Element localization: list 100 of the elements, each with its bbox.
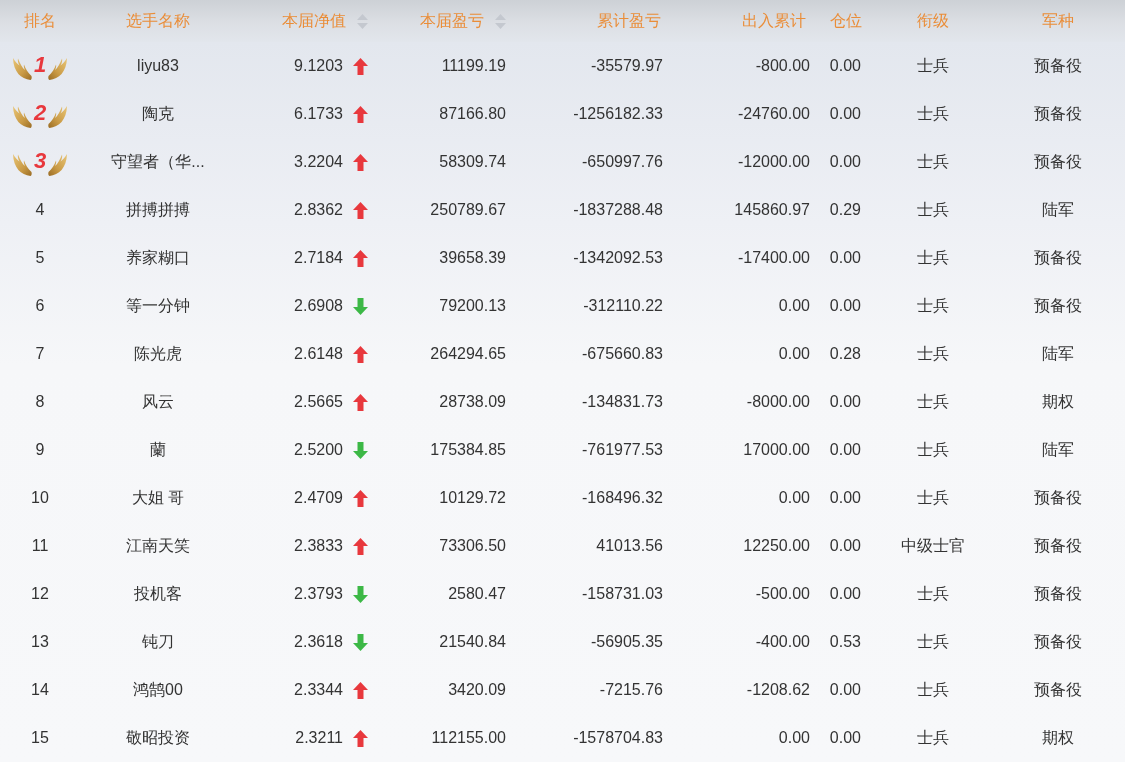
total-pnl-cell: -35579.97 (590, 57, 663, 75)
player-name-cell-text: 风云 (142, 391, 174, 412)
total-pnl-cell: -1256182.33 (573, 105, 663, 123)
player-name-cell: liyu83 (137, 57, 179, 75)
net-flow-cell: 0.00 (778, 297, 810, 315)
net-value-cell: 2.5200 (294, 441, 343, 459)
net-flow-cell: 0.00 (778, 729, 810, 747)
net-value-cell: 2.3618 (294, 633, 343, 651)
grade-cell-text: 士兵 (916, 679, 949, 700)
net-value-cell: 2.3211 (295, 729, 343, 747)
column-header[interactable]: 本届净值 (282, 10, 346, 32)
column-header: 排名 (24, 10, 56, 31)
branch-cell-text: 预备役 (1033, 295, 1082, 316)
grade-cell-text: 士兵 (916, 727, 949, 748)
player-name-cell-text: 江南天笑 (126, 535, 190, 556)
player-name-cell-text: 敬昭投资 (126, 727, 190, 748)
player-name-cell-text: 陈光虎 (134, 343, 182, 364)
branch-cell-text: 预备役 (1033, 583, 1082, 604)
player-name-cell-text: 陶克 (142, 103, 174, 124)
position-cell: 0.00 (829, 297, 861, 315)
net-flow-cell: -8000.00 (746, 393, 810, 411)
column-header[interactable]: 本届盈亏 (420, 10, 484, 32)
rank-cell: 6 (35, 297, 45, 315)
net-flow-cell: 145860.97 (734, 201, 810, 219)
net-value-cell: 2.6148 (294, 345, 343, 363)
total-pnl-cell: -168496.32 (582, 489, 663, 507)
net-value-cell: 9.1203 (294, 57, 343, 75)
period-pnl-cell: 79200.13 (439, 297, 506, 315)
grade-cell-text: 士兵 (916, 439, 949, 460)
total-pnl-cell: -56905.35 (590, 633, 663, 651)
position-cell: 0.00 (829, 441, 861, 459)
position-cell: 0.28 (829, 345, 861, 363)
rank-cell: 9 (35, 441, 45, 459)
net-value-cell: 2.5665 (294, 393, 343, 411)
position-cell: 0.00 (829, 105, 861, 123)
net-value-cell: 2.8362 (294, 201, 343, 219)
grade-cell-text: 士兵 (916, 631, 949, 652)
player-name-cell-text: 投机客 (134, 583, 182, 604)
column-header: 累计盈亏 (597, 10, 661, 31)
total-pnl-cell: -312110.22 (583, 297, 663, 315)
position-cell: 0.29 (829, 201, 861, 219)
net-flow-cell: -400.00 (755, 633, 810, 651)
rank-cell: 5 (35, 249, 45, 267)
net-value-cell: 2.6908 (294, 297, 343, 315)
period-pnl-cell: 39658.39 (439, 249, 506, 267)
grade-cell-text: 士兵 (916, 151, 949, 172)
position-cell: 0.00 (829, 57, 861, 75)
grade-cell-text: 士兵 (916, 487, 949, 508)
position-cell: 0.00 (829, 537, 861, 555)
branch-cell-text: 陆军 (1041, 343, 1074, 364)
period-pnl-cell: 87166.80 (439, 105, 506, 123)
net-flow-cell: 12250.00 (743, 537, 810, 555)
rank-number: 3 (32, 150, 48, 172)
branch-cell-text: 陆军 (1041, 199, 1074, 220)
grade-cell-text: 士兵 (916, 391, 949, 412)
net-flow-cell: -24760.00 (737, 105, 810, 123)
column-header: 出入累计 (742, 10, 806, 31)
rank-cell: 14 (31, 681, 49, 699)
total-pnl-cell: -650997.76 (582, 153, 663, 171)
branch-cell-text: 预备役 (1033, 679, 1082, 700)
net-flow-cell: 0.00 (778, 489, 810, 507)
player-name-cell-text: 守望者（华... (111, 151, 205, 172)
position-cell: 0.00 (829, 249, 861, 267)
net-value-cell: 2.3833 (294, 537, 343, 555)
rank-cell: 10 (31, 489, 49, 507)
player-name-cell-text: 钝刀 (142, 631, 174, 652)
period-pnl-cell: 58309.74 (439, 153, 506, 171)
total-pnl-cell: 41013.56 (596, 537, 663, 555)
player-name-cell-text: 鸿鹄00 (133, 679, 183, 700)
net-flow-cell: 17000.00 (743, 441, 810, 459)
column-header: 选手名称 (126, 10, 190, 31)
total-pnl-cell: -134831.73 (582, 393, 663, 411)
net-value-cell: 2.4709 (294, 489, 343, 507)
grade-cell-text: 士兵 (916, 199, 949, 220)
player-name-cell-text: 大姐 哥 (131, 487, 185, 508)
sort-icon[interactable] (495, 13, 506, 29)
period-pnl-cell: 112155.00 (431, 729, 506, 747)
period-pnl-cell: 2580.47 (448, 585, 506, 603)
rank-cell: 13 (31, 633, 49, 651)
total-pnl-cell: -1578704.83 (573, 729, 663, 747)
grade-cell-text: 士兵 (916, 103, 949, 124)
grade-cell-text: 中级士官 (900, 535, 965, 556)
position-cell: 0.53 (829, 633, 861, 651)
rank-cell: 7 (35, 345, 45, 363)
net-flow-cell: -500.00 (755, 585, 810, 603)
position-cell: 0.00 (829, 153, 861, 171)
period-pnl-cell: 175384.85 (430, 441, 506, 459)
net-flow-cell: -800.00 (755, 57, 810, 75)
period-pnl-cell: 3420.09 (448, 681, 506, 699)
grade-cell-text: 士兵 (916, 247, 949, 268)
sort-icon[interactable] (357, 13, 368, 29)
branch-cell-text: 预备役 (1033, 103, 1082, 124)
total-pnl-cell: -1342092.53 (573, 249, 663, 267)
branch-cell-text: 预备役 (1033, 247, 1082, 268)
rank-number: 2 (32, 102, 48, 124)
rank-cell: 4 (35, 201, 45, 219)
total-pnl-cell: -675660.83 (582, 345, 663, 363)
grade-cell-text: 士兵 (916, 55, 949, 76)
net-value-cell: 2.3793 (294, 585, 343, 603)
period-pnl-cell: 73306.50 (439, 537, 506, 555)
